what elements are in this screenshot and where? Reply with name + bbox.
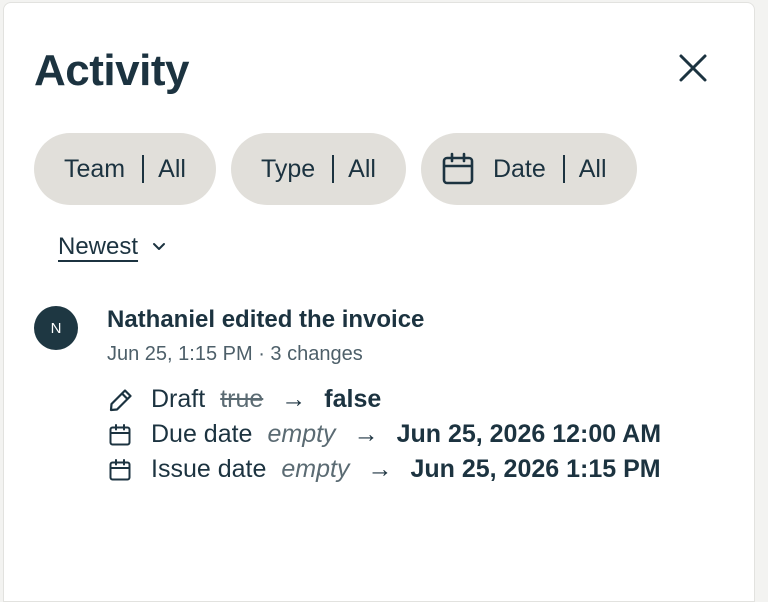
filter-divider [562, 155, 565, 183]
date-filter[interactable]: Date All [420, 133, 637, 205]
type-filter-label: Type [260, 154, 316, 183]
avatar: N [34, 306, 78, 350]
change-new-value: Jun 25, 2026 1:15 PM [410, 455, 661, 483]
calendar-icon [441, 152, 475, 186]
close-button[interactable] [674, 49, 712, 87]
pencil-icon [108, 387, 136, 413]
sort-dropdown[interactable]: Newest [58, 233, 166, 261]
filter-bar: Team All Type All Date All [34, 133, 637, 205]
calendar-icon [108, 458, 136, 482]
team-filter[interactable]: Team All [34, 133, 216, 205]
entry-meta: Jun 25, 1:15 PM · 3 changes [107, 343, 363, 365]
team-filter-label: Team [64, 154, 126, 183]
filter-divider [332, 155, 335, 183]
change-field: Issue date [151, 455, 267, 483]
type-filter[interactable]: Type All [230, 133, 406, 205]
change-row-due-date: Due date empty → Jun 25, 2026 12:00 AM [108, 417, 661, 452]
activity-panel: Activity Team All Type All Date All Newe… [3, 2, 755, 602]
date-filter-label: Date [492, 154, 546, 183]
change-row-issue-date: Issue date empty → Jun 25, 2026 1:15 PM [108, 452, 661, 487]
sort-label: Newest [58, 233, 139, 260]
calendar-icon [108, 423, 136, 447]
arrow-icon: → [281, 385, 307, 413]
arrow-icon: → [367, 455, 393, 483]
change-row-draft: Draft true → false [108, 382, 661, 417]
entry-title: Nathaniel edited the invoice [107, 306, 425, 333]
change-field: Due date [151, 420, 253, 448]
date-filter-value: All [578, 154, 607, 183]
change-new-value: Jun 25, 2026 12:00 AM [396, 420, 662, 448]
team-filter-value: All [158, 154, 186, 183]
change-field: Draft [151, 385, 206, 413]
panel-title: Activity [34, 46, 189, 95]
chevron-down-icon [153, 243, 166, 250]
arrow-icon: → [353, 420, 379, 448]
filter-divider [142, 155, 145, 183]
change-new-value: false [324, 385, 382, 413]
change-old-value: empty [267, 420, 336, 448]
type-filter-value: All [348, 154, 376, 183]
close-icon [679, 54, 707, 82]
change-old-value: empty [281, 455, 350, 483]
change-old-value: true [220, 385, 264, 413]
change-list: Draft true → false Due date empty → Jun … [108, 382, 661, 487]
